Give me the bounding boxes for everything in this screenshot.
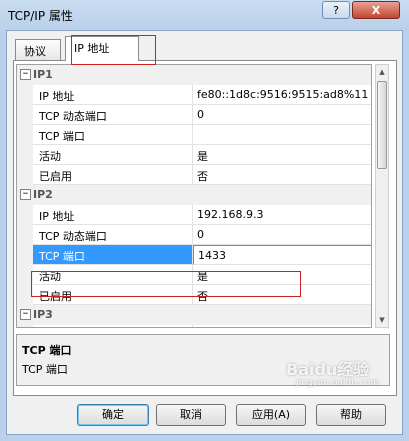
row-gutter (17, 145, 33, 165)
property-value[interactable]: 是 (193, 145, 371, 165)
row-gutter (17, 105, 33, 125)
row-gutter (17, 125, 33, 145)
watermark-logo: Baidu经验 jingyan.baidu.com (286, 356, 394, 388)
row-gutter (17, 245, 33, 265)
row-gutter (17, 325, 33, 327)
row-gutter (17, 205, 33, 225)
chevron-up-icon[interactable]: ▲ (376, 65, 388, 79)
property-value[interactable]: 0 (193, 105, 371, 125)
grid-property-row[interactable]: 活动是 (17, 145, 371, 165)
grid-category-row[interactable]: − IP3 (17, 305, 371, 325)
apply-button[interactable]: 应用(A) (236, 404, 306, 426)
property-name[interactable]: IP 地址 (33, 325, 193, 327)
help-button[interactable]: 帮助 (316, 404, 386, 426)
chevron-down-icon[interactable]: ▼ (376, 313, 388, 327)
window-title: TCP/IP 属性 (8, 9, 73, 23)
grid-property-row[interactable]: 已启用否 (17, 165, 371, 185)
vertical-scrollbar[interactable]: ▲ ▼ (375, 64, 389, 328)
property-value[interactable]: fe80::1d8c:9516:9515:ad8%11 (193, 85, 371, 105)
grid-property-row[interactable]: IP 地址 192.168.9.3 (17, 205, 371, 225)
property-name[interactable]: 已启用 (33, 165, 193, 185)
grid-category-row[interactable]: − IP2 (17, 185, 371, 205)
property-name[interactable]: TCP 动态端口 (33, 105, 193, 125)
row-gutter (17, 225, 33, 245)
property-value[interactable]: ::1 (193, 325, 371, 327)
grid-property-row[interactable]: IP 地址::1 (17, 325, 371, 327)
close-button[interactable]: X (352, 1, 400, 19)
property-value[interactable] (193, 125, 371, 145)
property-name[interactable]: 活动 (33, 145, 193, 165)
tab-highlight-annotation (71, 35, 156, 65)
collapse-icon[interactable]: − (20, 69, 31, 80)
grid-property-row[interactable]: TCP 端口 (17, 125, 371, 145)
scroll-thumb[interactable] (377, 81, 387, 169)
property-value[interactable]: 否 (193, 165, 371, 185)
property-name[interactable]: IP 地址 (33, 85, 193, 105)
property-name[interactable]: IP 地址 (33, 205, 193, 225)
property-name[interactable]: TCP 动态端口 (33, 225, 193, 245)
property-value[interactable]: 192.168.9.3 (193, 205, 371, 225)
grid-category-row[interactable]: − IP1 (17, 65, 371, 85)
property-name[interactable]: TCP 端口 (33, 125, 193, 145)
property-value[interactable]: 0 (193, 225, 371, 245)
properties-window: TCP/IP 属性 ? X 协议 IP 地址 − IP1 IP 地址 fe80::1d… (0, 0, 409, 441)
cancel-button[interactable]: 取消 (156, 404, 226, 426)
collapse-icon[interactable]: − (20, 189, 31, 200)
row-gutter (17, 165, 33, 185)
grid-category-label: IP3 (33, 308, 53, 321)
property-value-input[interactable]: 1433 (193, 245, 371, 265)
grid-row-selected[interactable]: TCP 端口 1433 (17, 245, 371, 265)
row-highlight-annotation (31, 271, 301, 297)
tab-protocol[interactable]: 协议 (15, 39, 61, 60)
collapse-icon[interactable]: − (20, 309, 31, 320)
ok-button[interactable]: 确定 (77, 404, 149, 426)
description-title: TCP 端口 (22, 344, 72, 357)
grid-category-label: IP2 (33, 188, 53, 201)
title-bar[interactable]: TCP/IP 属性 ? X (0, 0, 409, 30)
grid-property-row[interactable]: IP 地址 fe80::1d8c:9516:9515:ad8%11 (17, 85, 371, 105)
description-text: TCP 端口 (22, 363, 68, 376)
grid-category-label: IP1 (33, 68, 53, 81)
row-gutter (17, 85, 33, 105)
grid-property-row[interactable]: TCP 动态端口 0 (17, 105, 371, 125)
help-title-button[interactable]: ? (322, 1, 350, 19)
grid-property-row[interactable]: TCP 动态端口 0 (17, 225, 371, 245)
property-name[interactable]: TCP 端口 (33, 245, 193, 265)
watermark-text: Baidu经验 (286, 360, 370, 379)
watermark-subtext: jingyan.baidu.com (296, 378, 380, 388)
